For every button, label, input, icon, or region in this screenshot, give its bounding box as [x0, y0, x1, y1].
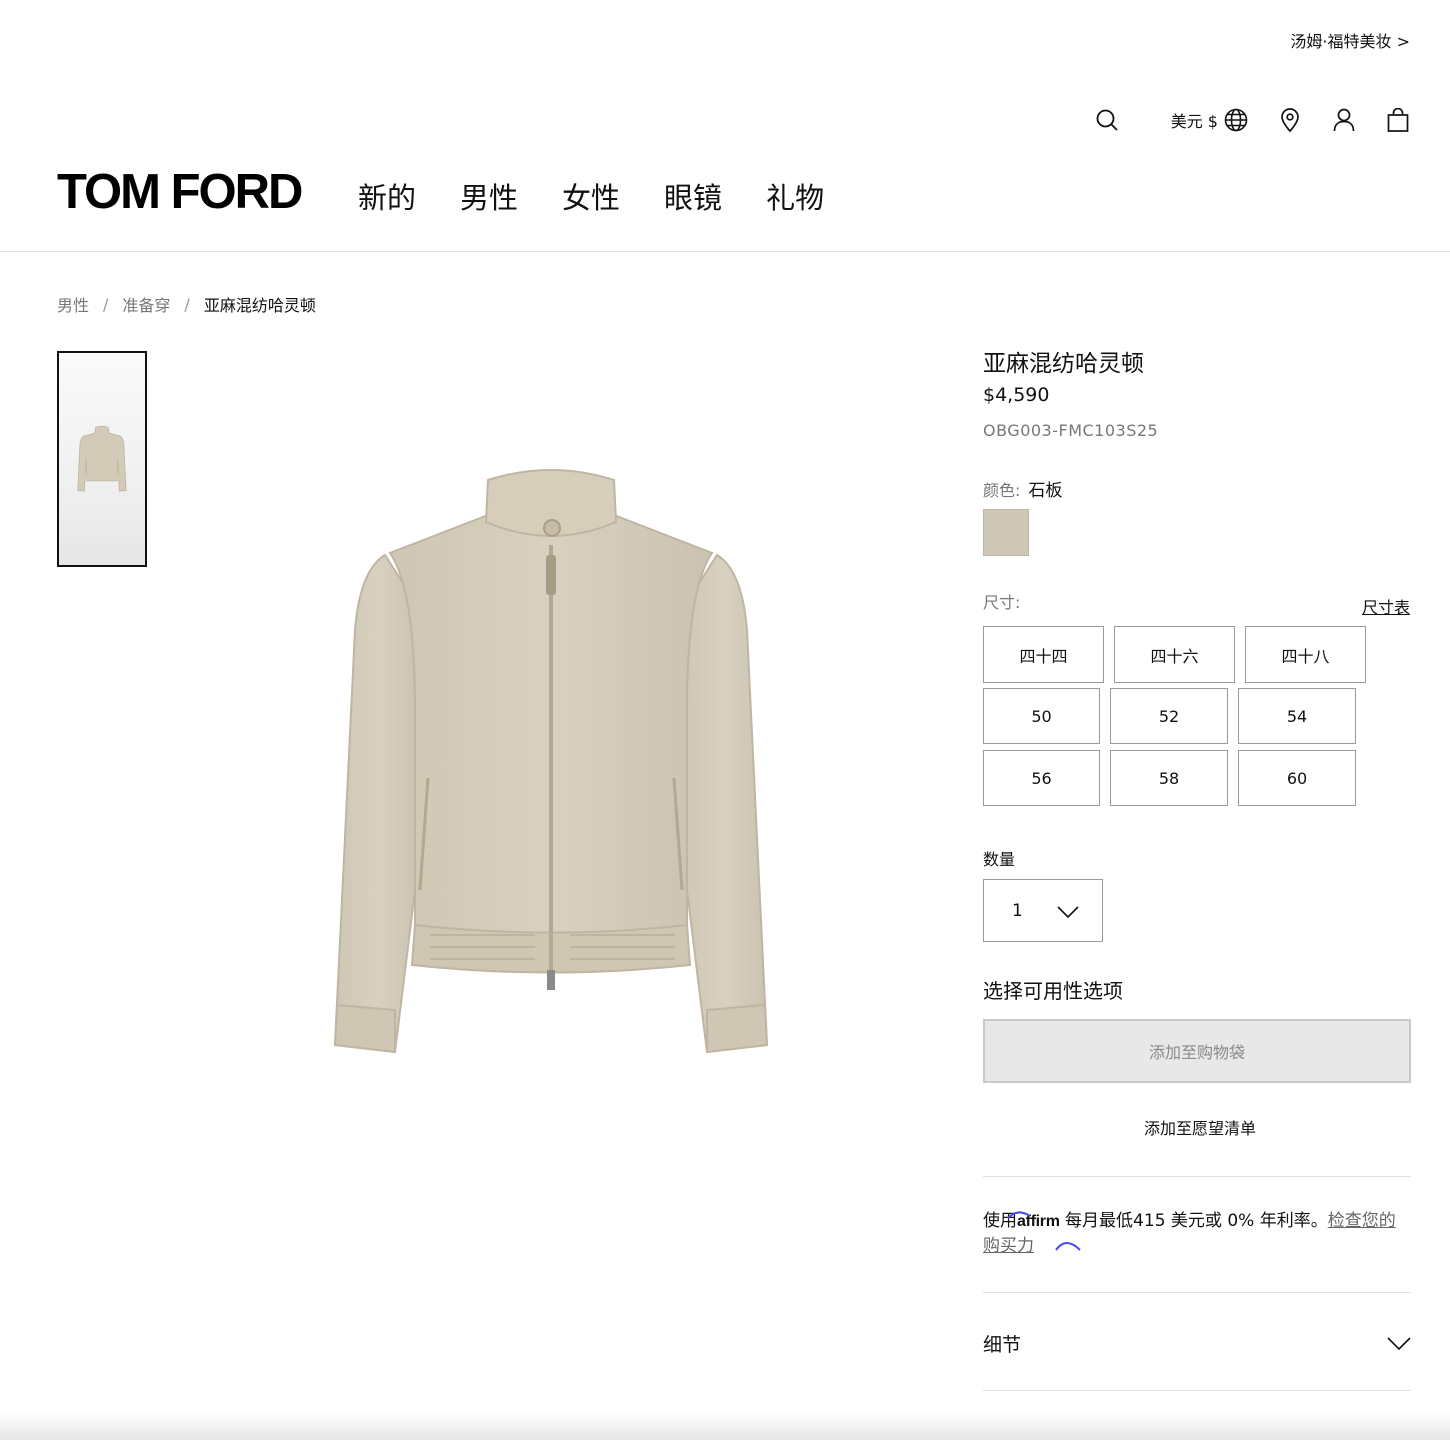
- page-bottom-shadow: [0, 1412, 1450, 1440]
- size-option-50[interactable]: 50: [983, 688, 1100, 744]
- breadcrumb: 男性 / 准备穿 / 亚麻混纺哈灵顿: [57, 292, 316, 316]
- nav-item-women[interactable]: 女性: [562, 178, 620, 218]
- add-to-bag-button[interactable]: 添加至购物袋: [983, 1019, 1411, 1083]
- details-accordion-label[interactable]: 细节: [983, 1330, 1021, 1357]
- size-label: 尺寸:: [983, 593, 1021, 612]
- color-label: 颜色: 石板: [983, 476, 1062, 501]
- user-icon: [1333, 108, 1355, 132]
- store-locator-button[interactable]: [1278, 104, 1302, 136]
- main-nav: 新的 男性 女性 眼镜 礼物: [358, 178, 824, 218]
- product-sku: OBG003-FMC103S25: [983, 421, 1159, 440]
- affirm-arc-icon: [1007, 1211, 1081, 1251]
- size-option-58[interactable]: 58: [1110, 750, 1228, 806]
- breadcrumb-ready-to-wear[interactable]: 准备穿: [122, 292, 170, 316]
- jacket-image: [333, 469, 769, 1054]
- product-thumbnail[interactable]: [57, 351, 147, 567]
- utility-bar: 美元 $: [1093, 104, 1410, 136]
- account-button[interactable]: [1332, 104, 1356, 136]
- jacket-thumbnail-image: [77, 425, 127, 492]
- color-key: 颜色:: [983, 481, 1021, 500]
- divider: [983, 1292, 1411, 1293]
- size-option-56[interactable]: 56: [983, 750, 1100, 806]
- size-option-46[interactable]: 四十六: [1114, 626, 1235, 683]
- currency-selector[interactable]: 美元 $: [1171, 104, 1248, 136]
- chevron-down-icon: [1057, 906, 1079, 919]
- search-icon: [1096, 109, 1118, 131]
- breadcrumb-men[interactable]: 男性: [57, 292, 89, 316]
- size-option-52[interactable]: 52: [1110, 688, 1228, 744]
- color-swatch-slate[interactable]: [983, 509, 1029, 556]
- globe-icon: [1224, 108, 1248, 132]
- chevron-down-icon[interactable]: [1386, 1334, 1412, 1354]
- availability-heading: 选择可用性选项: [983, 979, 1123, 1003]
- quantity-select[interactable]: 1: [983, 879, 1103, 942]
- divider: [983, 1390, 1411, 1391]
- location-pin-icon: [1281, 108, 1299, 132]
- header-divider: [0, 251, 1450, 252]
- size-option-54[interactable]: 54: [1238, 688, 1356, 744]
- add-to-wishlist-button[interactable]: 添加至愿望清单: [983, 1115, 1417, 1139]
- quantity-label: 数量: [983, 850, 1016, 869]
- nav-item-gifts[interactable]: 礼物: [766, 178, 824, 218]
- shopping-bag-icon: [1387, 108, 1409, 132]
- quantity-value: 1: [1012, 900, 1023, 921]
- breadcrumb-separator: /: [184, 294, 190, 314]
- shopping-bag-button[interactable]: [1386, 104, 1410, 136]
- divider: [983, 1176, 1411, 1177]
- color-value: 石板: [1028, 481, 1063, 501]
- size-option-48[interactable]: 四十八: [1245, 626, 1366, 683]
- affirm-text: 每月最低415 美元或 0% 年利率。: [1059, 1211, 1328, 1231]
- size-option-60[interactable]: 60: [1238, 750, 1356, 806]
- currency-label: 美元 $: [1170, 112, 1218, 131]
- beauty-link[interactable]: 汤姆·福特美妆 >: [1290, 28, 1410, 52]
- product-main-image[interactable]: [320, 460, 782, 1060]
- product-price: $4,590: [983, 384, 1050, 406]
- nav-item-new[interactable]: 新的: [358, 178, 416, 218]
- product-title: 亚麻混纺哈灵顿: [983, 351, 1144, 377]
- breadcrumb-current: 亚麻混纺哈灵顿: [203, 296, 316, 315]
- search-button[interactable]: [1093, 104, 1121, 136]
- size-chart-link[interactable]: 尺寸表: [1362, 594, 1410, 618]
- breadcrumb-separator: /: [103, 294, 109, 314]
- brand-logo[interactable]: TOM FORD: [57, 166, 303, 218]
- size-option-44[interactable]: 四十四: [983, 626, 1104, 683]
- nav-item-men[interactable]: 男性: [460, 178, 518, 218]
- nav-item-eyewear[interactable]: 眼镜: [664, 178, 722, 218]
